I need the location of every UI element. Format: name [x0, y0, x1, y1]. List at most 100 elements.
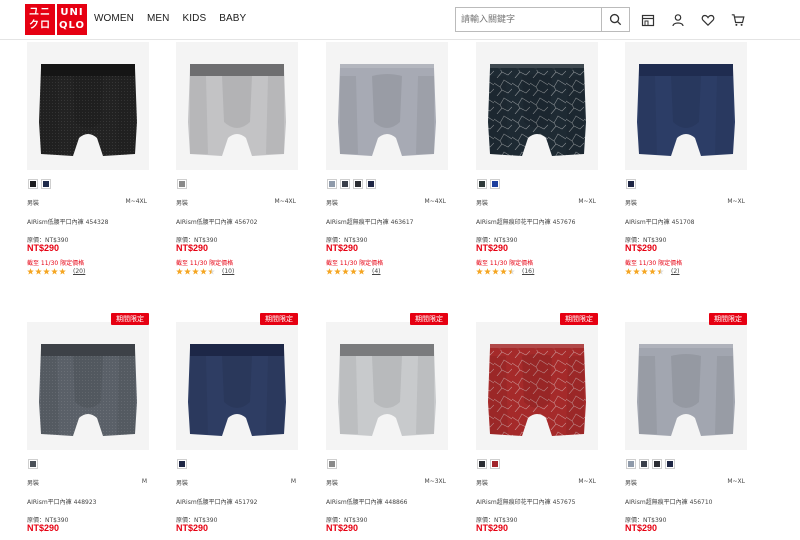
star-icon [358, 268, 365, 275]
review-count[interactable]: (2) [671, 268, 680, 275]
nav-women[interactable]: WOMEN [94, 13, 134, 24]
size-range: M~3XL [424, 478, 446, 485]
color-swatches [626, 459, 675, 469]
star-icon [484, 268, 491, 275]
sale-price: NT$290 [176, 523, 209, 533]
color-swatch[interactable] [665, 459, 675, 469]
color-swatch[interactable] [28, 179, 38, 189]
star-icon [200, 268, 207, 275]
size-range: M~XL [727, 478, 745, 485]
search-input[interactable] [456, 8, 602, 31]
color-swatch[interactable] [477, 179, 487, 189]
nav-kids[interactable]: KIDS [182, 13, 206, 24]
sale-price: NT$290 [326, 243, 359, 253]
star-icon [508, 268, 515, 275]
star-icon [326, 268, 333, 275]
size-range: M~4XL [274, 198, 296, 205]
review-count[interactable]: (4) [372, 268, 381, 275]
color-swatches [28, 459, 38, 469]
star-icon [633, 268, 640, 275]
color-swatch[interactable] [366, 179, 376, 189]
size-range: M [290, 478, 296, 485]
size-range: M~XL [727, 198, 745, 205]
product-name[interactable]: AIRism超無痕印花平口內褲 457675 [476, 497, 576, 506]
star-icon [657, 268, 664, 275]
gender-label: 男裝 [625, 480, 638, 487]
star-icon [625, 268, 632, 275]
gender-label: 男裝 [326, 200, 339, 207]
product-name[interactable]: AIRism超無痕印花平口內褲 457676 [476, 217, 576, 226]
product-name[interactable]: AIRism平口內褲 448923 [27, 497, 97, 506]
product-name[interactable]: AIRism平口內褲 451708 [625, 217, 695, 226]
nav-baby[interactable]: BABY [219, 13, 246, 24]
gender-label: 男裝 [27, 200, 40, 207]
gender-label: 男裝 [27, 480, 40, 487]
color-swatch[interactable] [340, 179, 350, 189]
star-icon [334, 268, 341, 275]
product-name[interactable]: AIRism低腰平口內褲 448866 [326, 497, 408, 506]
product-name[interactable]: AIRism低腰平口內褲 451792 [176, 497, 258, 506]
color-swatch[interactable] [490, 459, 500, 469]
logo-latin: UNI QLO [57, 4, 87, 35]
color-swatch[interactable] [353, 179, 363, 189]
sale-price: NT$290 [625, 243, 658, 253]
heart-icon[interactable] [701, 12, 715, 27]
product-name[interactable]: AIRism低腰平口內褲 456702 [176, 217, 258, 226]
product-image[interactable] [326, 42, 448, 170]
nav-men[interactable]: MEN [147, 13, 170, 24]
review-count[interactable]: (16) [522, 268, 534, 275]
color-swatch[interactable] [41, 179, 51, 189]
gender-label: 男裝 [476, 480, 489, 487]
promo-note: 截至 11/30 限定價格 [27, 260, 85, 267]
review-count[interactable]: (20) [73, 268, 85, 275]
star-icon [342, 268, 349, 275]
color-swatch[interactable] [327, 459, 337, 469]
color-swatches [327, 179, 376, 189]
user-icon[interactable] [671, 12, 685, 27]
color-swatch[interactable] [28, 459, 38, 469]
search-button[interactable] [601, 8, 629, 31]
product-image[interactable] [476, 42, 598, 170]
product-image[interactable] [476, 322, 598, 450]
star-icon [476, 268, 483, 275]
gender-label: 男裝 [176, 200, 189, 207]
color-swatch[interactable] [652, 459, 662, 469]
product-image[interactable] [625, 322, 747, 450]
product-image[interactable] [27, 42, 149, 170]
color-swatch[interactable] [626, 459, 636, 469]
color-swatch[interactable] [327, 179, 337, 189]
star-icon [192, 268, 199, 275]
limited-time-badge: 期間限定 [260, 313, 298, 325]
product-name[interactable]: AIRism超無痕平口內褲 456710 [625, 497, 713, 506]
product-image[interactable] [625, 42, 747, 170]
product-name[interactable]: AIRism低腰平口內褲 454328 [27, 217, 109, 226]
color-swatch[interactable] [490, 179, 500, 189]
color-swatch[interactable] [177, 459, 187, 469]
product-image[interactable] [176, 42, 298, 170]
color-swatch[interactable] [639, 459, 649, 469]
color-swatch[interactable] [626, 179, 636, 189]
star-icon [51, 268, 58, 275]
product-image[interactable] [326, 322, 448, 450]
promo-note: 截至 11/30 限定價格 [625, 260, 683, 267]
star-icon [184, 268, 191, 275]
product-name[interactable]: AIRism超無痕平口內褲 463617 [326, 217, 414, 226]
color-swatch[interactable] [477, 459, 487, 469]
star-icon [500, 268, 507, 275]
star-icon [208, 268, 215, 275]
uniqlo-logo[interactable]: ユニ クロ UNI QLO [25, 4, 87, 35]
color-swatch[interactable] [177, 179, 187, 189]
store-icon[interactable] [641, 12, 655, 27]
sale-price: NT$290 [326, 523, 359, 533]
review-count[interactable]: (10) [222, 268, 234, 275]
sale-price: NT$290 [625, 523, 658, 533]
limited-time-badge: 期間限定 [709, 313, 747, 325]
star-icon [59, 268, 66, 275]
gender-label: 男裝 [476, 200, 489, 207]
rating: (10) [176, 268, 234, 275]
color-swatches [28, 179, 51, 189]
product-image[interactable] [176, 322, 298, 450]
product-image[interactable] [27, 322, 149, 450]
cart-icon[interactable] [731, 12, 745, 26]
color-swatches [327, 459, 337, 469]
